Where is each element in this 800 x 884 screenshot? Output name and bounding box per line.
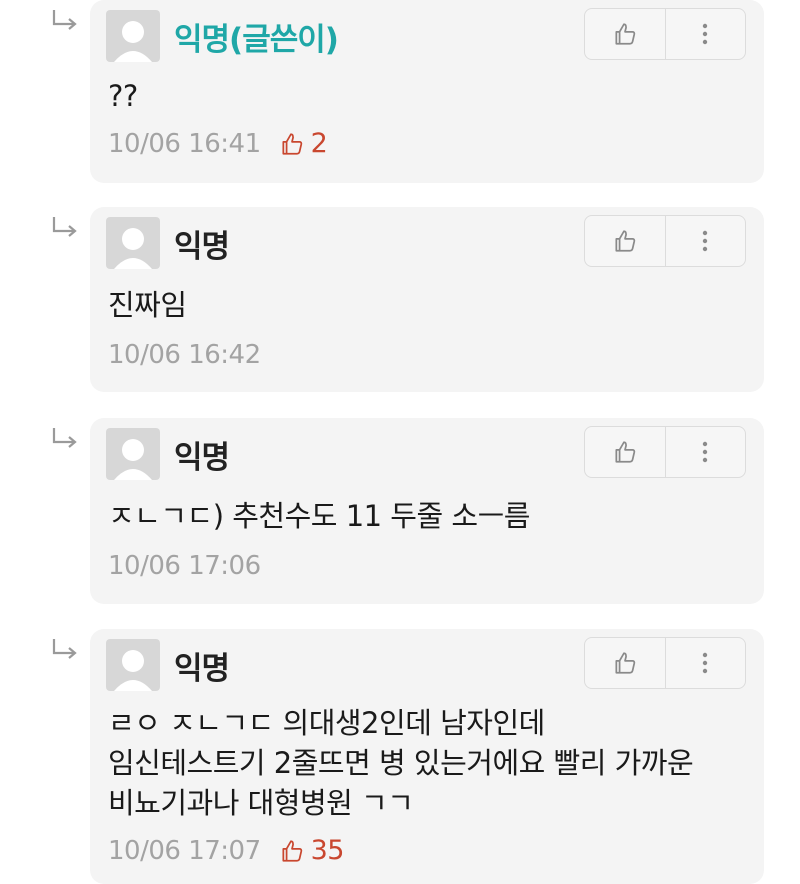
more-vertical-icon [703,230,708,252]
more-button[interactable] [664,216,746,266]
comment-text: ㅈㄴㄱㄷ) 추천수도 11 두줄 소ㅡ름 [108,496,758,536]
comment-card: 익명 ㄹㅇ ㅈㄴㄱㄷ 의대생2인데 남자인데 임신테스트기 2줄뜨면 병 있는거… [90,629,764,884]
more-vertical-icon [703,23,708,45]
more-button[interactable] [664,427,746,477]
comment-timestamp: 10/06 17:06 [108,551,261,581]
comment-card: 익명(글쓴이) ?? 10/06 16:41 2 [90,0,764,183]
like-button[interactable] [585,216,665,266]
comment-meta: 10/06 16:41 2 [108,128,328,159]
comment-meta: 10/06 17:06 [108,551,261,581]
reply-arrow-icon [52,639,77,659]
thumbs-up-icon [615,230,635,252]
reply-arrow-icon [52,217,77,237]
comment-card: 익명 ㅈㄴㄱㄷ) 추천수도 11 두줄 소ㅡ름 10/06 17:06 [90,418,764,604]
comment-text-line: ㅈㄴㄱㄷ) 추천수도 11 두줄 소ㅡ름 [108,499,530,533]
comment-actions [584,8,746,60]
comment-text-line: 임신테스트기 2줄뜨면 병 있는거에요 빨리 가까운 [108,746,694,780]
comment-meta: 10/06 17:07 35 [108,835,344,866]
comment-text-line: ?? [108,79,138,113]
default-avatar-icon [106,639,160,691]
comment-actions [584,637,746,689]
more-vertical-icon [703,441,708,463]
more-vertical-icon [703,652,708,674]
comment-timestamp: 10/06 16:42 [108,340,261,370]
comment-text-line: 비뇨기과나 대형병원 ㄱㄱ [108,786,414,820]
like-count: 2 [310,128,328,159]
comment-actions [584,426,746,478]
thumbs-up-icon [615,652,635,674]
more-button[interactable] [664,9,746,59]
like-count: 35 [310,835,345,866]
default-avatar-icon [106,10,160,62]
thumbs-up-icon [615,441,635,463]
reply-arrow-icon [52,10,77,30]
like-button[interactable] [585,427,665,477]
reply-arrow-icon [52,428,77,448]
comment-author: 익명 [174,651,230,687]
comment-timestamp: 10/06 16:41 [108,128,261,159]
comment-author: 익명 [174,440,230,476]
like-count-badge: 35 [279,835,344,866]
comment-author: 익명(글쓴이) [174,22,339,58]
comment-actions [584,215,746,267]
comment-text: ㄹㅇ ㅈㄴㄱㄷ 의대생2인데 남자인데 임신테스트기 2줄뜨면 병 있는거에요 … [108,703,758,823]
comment-timestamp: 10/06 17:07 [108,835,261,866]
comment-author: 익명 [174,229,230,265]
like-button[interactable] [585,9,665,59]
comment-text: ?? [108,76,758,116]
default-avatar-icon [106,428,160,480]
more-button[interactable] [664,638,746,688]
thumbs-up-icon [615,23,635,45]
thumbs-up-icon [282,132,302,155]
default-avatar-icon [106,217,160,269]
thumbs-up-icon [282,839,302,862]
like-count-badge: 2 [279,128,328,159]
comment-meta: 10/06 16:42 [108,340,261,370]
comment-text-line: 진짜임 [108,288,187,322]
comment-card: 익명 진짜임 10/06 16:42 [90,207,764,392]
like-button[interactable] [585,638,665,688]
comment-text: 진짜임 [108,285,758,325]
comment-text-line: ㄹㅇ ㅈㄴㄱㄷ 의대생2인데 남자인데 [108,706,545,740]
